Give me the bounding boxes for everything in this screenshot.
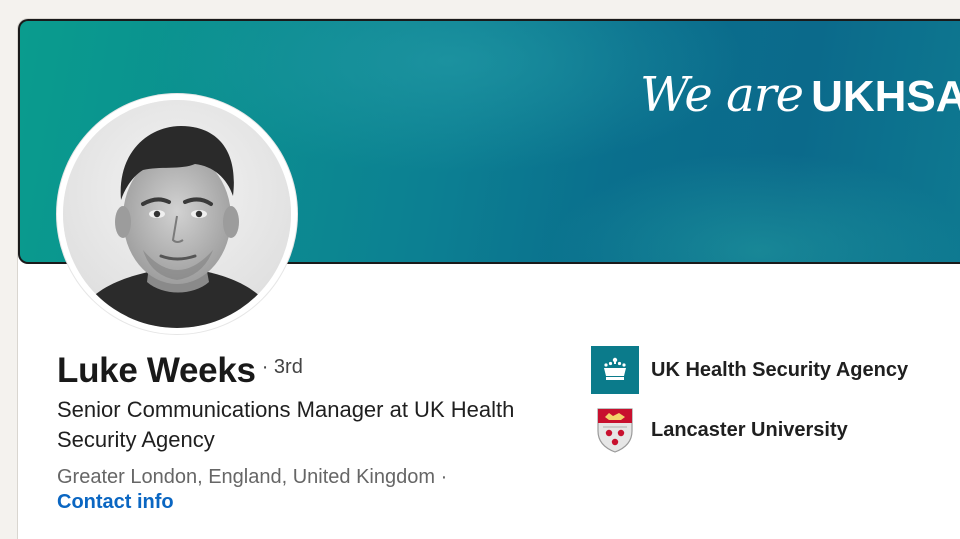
profile-location: Greater London, England, United Kingdom … (57, 466, 448, 488)
contact-info-link[interactable]: Contact info (57, 491, 174, 514)
banner-script-text: We are (640, 67, 804, 123)
ukhsa-crown-logo-icon (591, 346, 639, 394)
current-company-name: UK Health Security Agency (651, 358, 909, 381)
name-row: Luke Weeks · 3rd (57, 351, 303, 391)
profile-headline: Senior Communications Manager at UK Heal… (57, 397, 515, 452)
avatar-portrait-icon (63, 100, 291, 328)
lancaster-university-crest-icon (591, 406, 639, 454)
education-item[interactable]: Lancaster University (591, 406, 848, 454)
profile-photo-frame[interactable] (57, 94, 297, 334)
education-school-name: Lancaster University (651, 418, 848, 441)
connection-degree-badge: · 3rd (261, 356, 303, 378)
avatar[interactable] (63, 100, 291, 328)
banner-bold-text: UKHSA (811, 72, 960, 121)
current-company-item[interactable]: UK Health Security Agency (591, 346, 908, 394)
banner-slogan: We are UKHSA (640, 71, 960, 119)
profile-name: Luke Weeks (57, 351, 256, 390)
